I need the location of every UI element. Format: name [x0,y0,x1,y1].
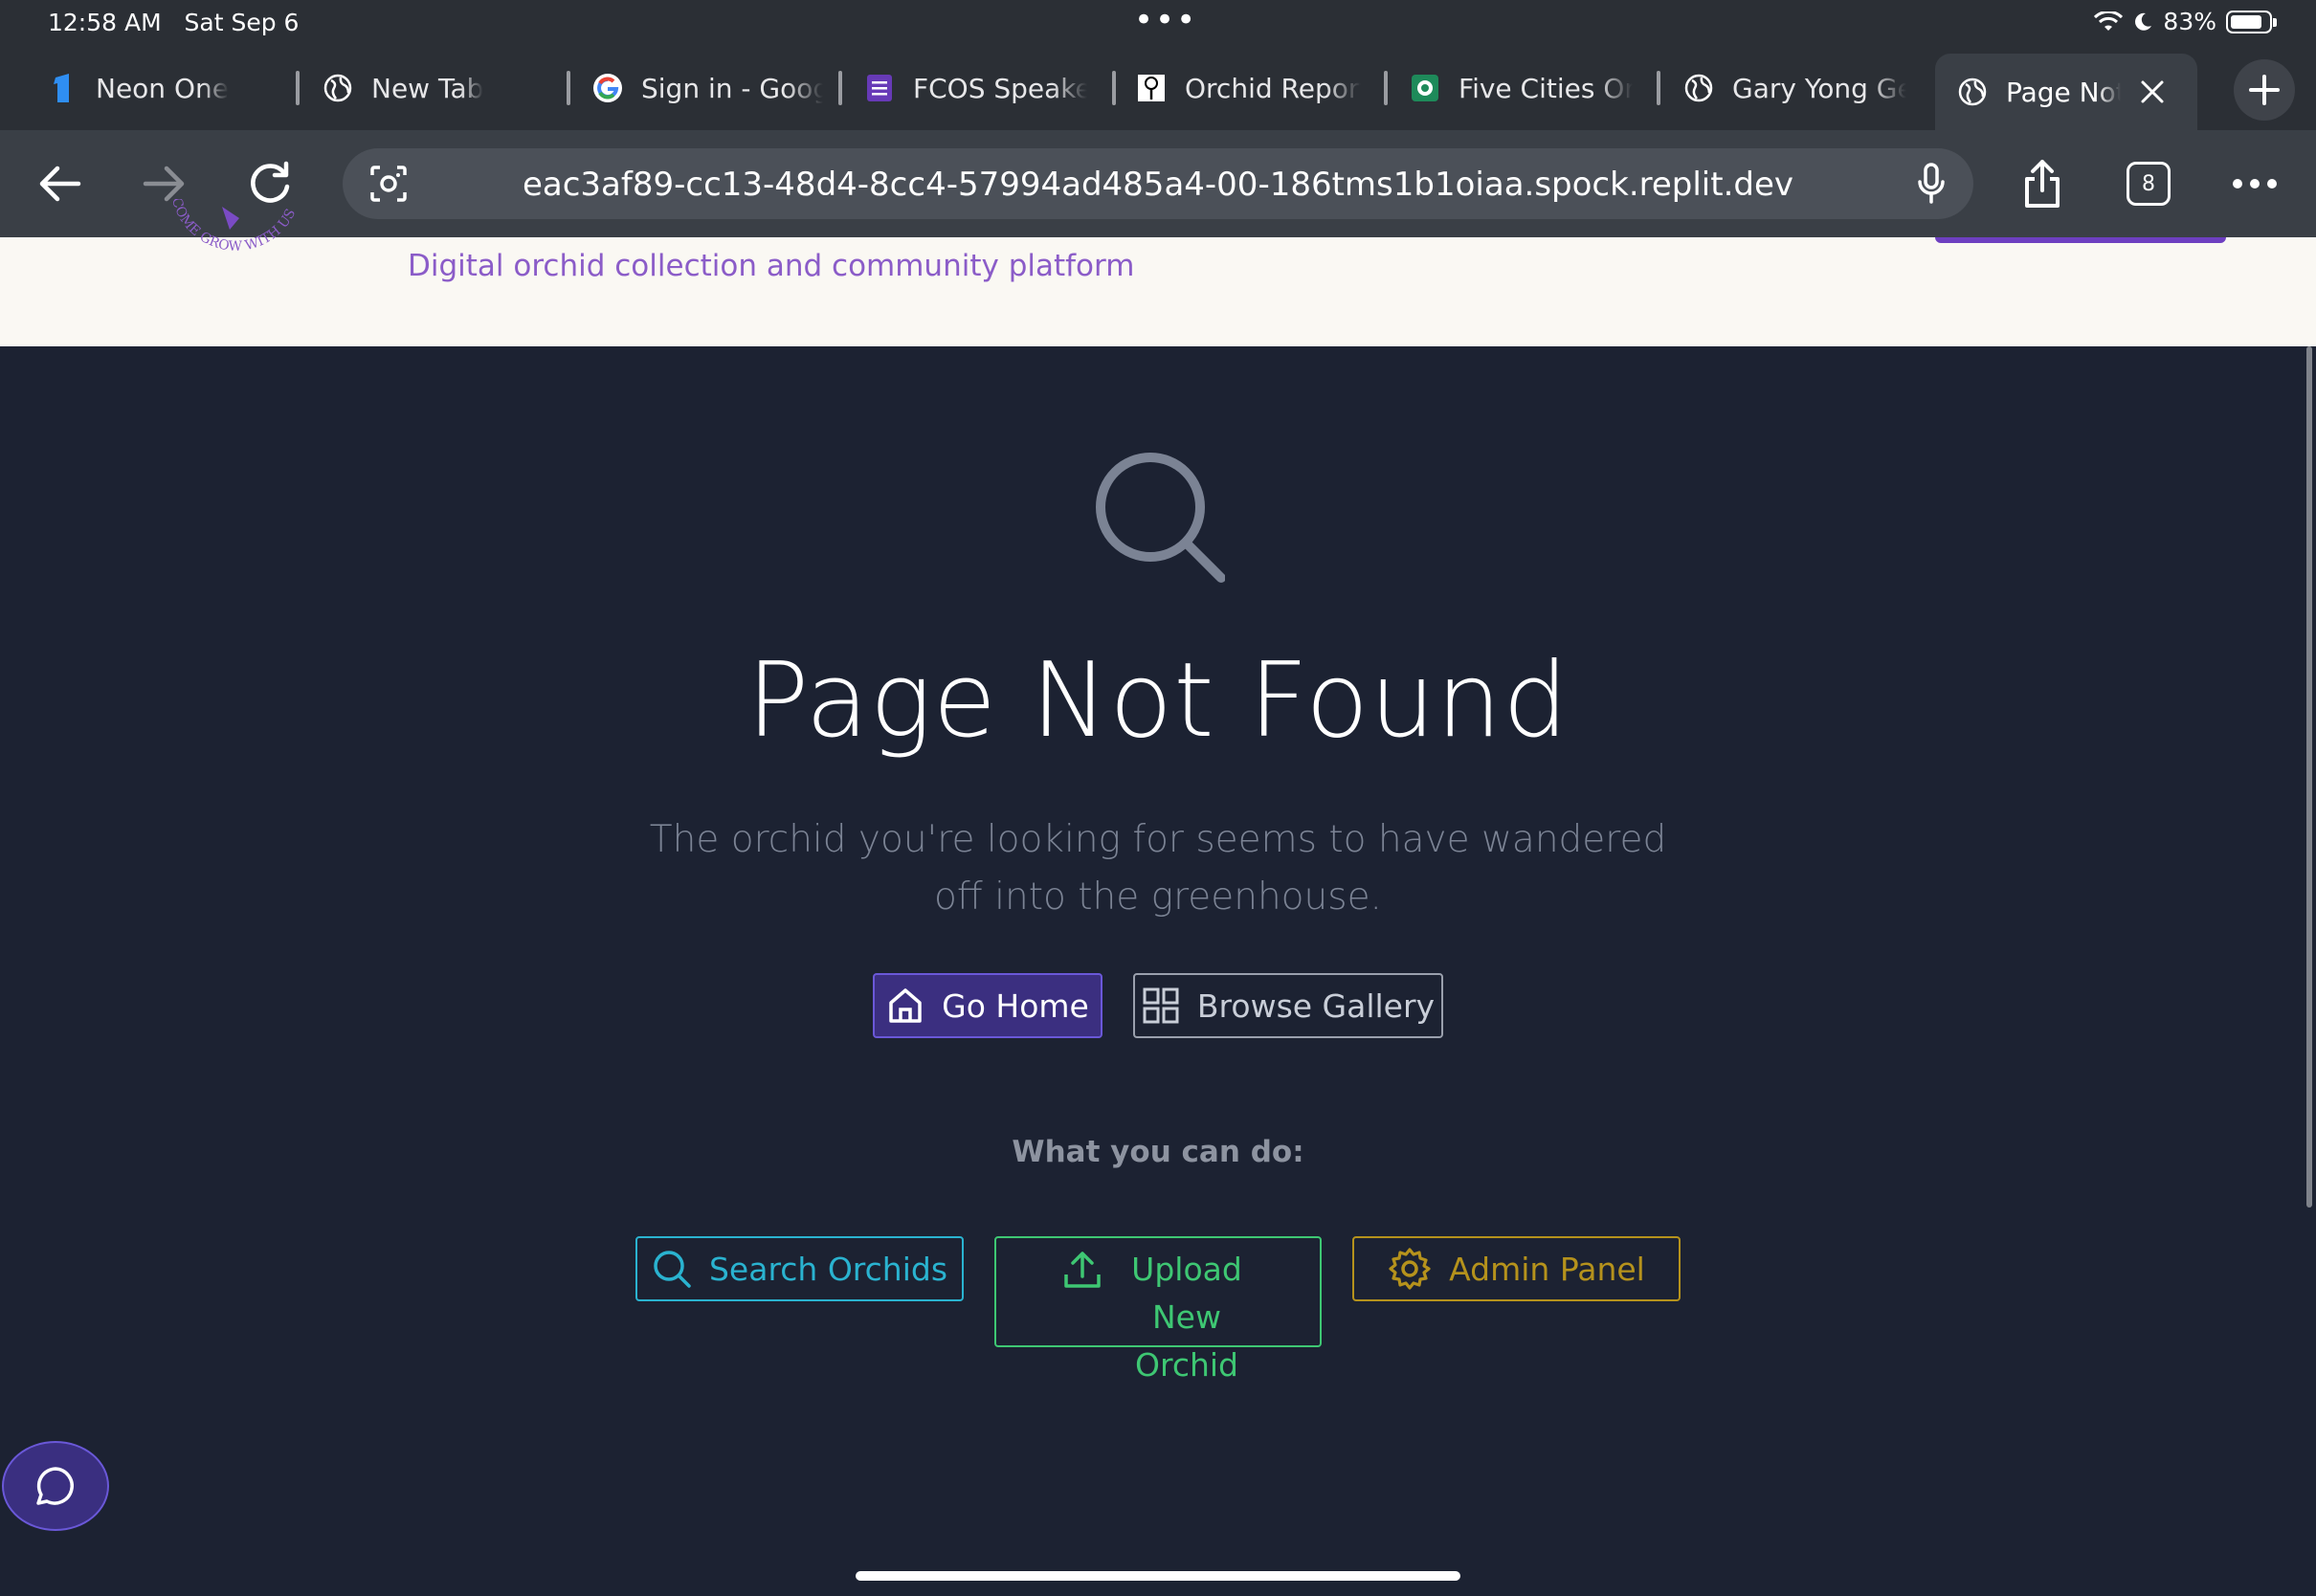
tab-label: Orchid Report [1185,72,1361,104]
browser-toolbar: eac3af89-cc13-48d4-8cc4-57994ad485a4-00-… [0,130,2316,237]
url-text: eac3af89-cc13-48d4-8cc4-57994ad485a4-00-… [522,166,1794,204]
chat-bubble-icon [36,1467,74,1505]
five-cities-icon [1411,74,1439,102]
svg-text:COME GROW WITH US: COME GROW WITH US [168,199,299,255]
tab-divider [1384,71,1388,105]
page-scrollbar[interactable] [2306,346,2312,1208]
tab-neon-one[interactable]: Neon One [48,61,287,115]
admin-panel-button[interactable]: Admin Panel [1352,1236,1681,1301]
site-tagline: Digital orchid collection and community … [408,249,1135,283]
globe-icon [323,74,352,102]
tab-label: FCOS Speake [913,72,1087,104]
microphone-icon [1918,163,1945,204]
tab-new-tab[interactable]: New Tab [323,61,553,115]
tab-orchid-report[interactable]: Orchid Report [1137,61,1361,115]
go-home-label: Go Home [942,986,1089,1025]
neon-one-icon [48,74,77,102]
search-icon [654,1251,691,1288]
tab-fcos-speaker[interactable]: FCOS Speake [865,61,1087,115]
go-home-button[interactable]: Go Home [873,973,1102,1038]
globe-icon [1958,78,1987,106]
gear-icon [1389,1248,1431,1290]
new-tab-button[interactable] [2234,59,2295,121]
browse-gallery-label: Browse Gallery [1196,986,1436,1025]
battery-percent: 83% [2163,8,2216,35]
tab-google-sign-in[interactable]: Sign in - Goog [593,61,823,115]
page-subtitle: The orchid you're looking for seems to h… [649,818,1667,919]
microphone-button[interactable] [1903,155,1960,212]
orchid-icon [1137,74,1166,102]
tab-five-cities[interactable]: Five Cities Or [1411,61,1633,115]
app-header: COME GROW WITH US Digital orchid collect… [0,199,2316,346]
grid-icon [1143,987,1179,1024]
chat-button[interactable] [2,1441,109,1531]
tab-page-not-found[interactable]: Page Not [1935,54,2197,130]
tab-label: New Tab [371,72,484,104]
browse-gallery-button[interactable]: Browse Gallery [1133,973,1443,1038]
tab-label: Neon One [96,72,229,104]
arrow-left-icon [39,166,81,202]
share-button[interactable] [2014,155,2071,212]
tab-divider [1657,71,1660,105]
more-icon [2233,179,2277,188]
multitask-dots-icon[interactable]: ••• [1134,4,1197,36]
home-icon [889,988,922,1023]
back-button[interactable] [31,155,88,212]
tab-divider [838,71,842,105]
tab-label: Sign in - Goog [641,72,823,104]
plus-icon [2249,75,2280,105]
globe-icon [1684,74,1713,102]
admin-panel-label: Admin Panel [1449,1250,1645,1288]
tab-switcher-button[interactable]: 8 [2120,155,2177,212]
what-you-can-do-heading: What you can do: [1012,1135,1304,1169]
home-indicator[interactable] [856,1571,1460,1581]
tab-label: Five Cities Or [1459,72,1633,104]
page-title: Page Not Found [746,641,1570,761]
moon-icon [2135,12,2152,31]
browser-chrome: 12:58 AM Sat Sep 6 ••• 83% Neon One New … [0,0,2316,237]
battery-icon [2226,10,2277,33]
tab-strip: Neon One New Tab Sign in - Goog FCOS Spe… [0,46,2316,130]
tab-gary-yong[interactable]: Gary Yong Ge [1684,61,1906,115]
status-bar: 12:58 AM Sat Sep 6 ••• 83% [0,0,2316,46]
wifi-icon [2094,11,2124,31]
tab-label: Page Not [2006,76,2121,108]
upload-new-orchid-button[interactable]: Upload New Orchid [994,1236,1322,1384]
tab-count: 8 [2127,162,2171,206]
search-orchids-label: Search Orchids [708,1250,948,1288]
close-tab-icon[interactable] [2140,79,2165,104]
address-bar[interactable]: eac3af89-cc13-48d4-8cc4-57994ad485a4-00-… [343,148,1973,219]
tab-divider [567,71,570,105]
tab-divider [296,71,300,105]
search-orchids-button[interactable]: Search Orchids [635,1236,964,1301]
search-icon [1096,453,1225,583]
google-icon [593,74,622,102]
share-icon [2025,160,2060,208]
form-icon [865,74,894,102]
status-right: 83% [2094,8,2277,35]
more-menu-button[interactable] [2226,155,2283,212]
tab-label: Gary Yong Ge [1732,72,1906,104]
arrow-right-icon [143,166,185,202]
status-time: 12:58 AM Sat Sep 6 [48,9,300,36]
club-logo[interactable]: COME GROW WITH US [153,199,325,285]
upload-new-orchid-label: Upload New Orchid [1131,1251,1242,1384]
header-action-button[interactable] [1935,237,2226,243]
tab-divider [1112,71,1116,105]
